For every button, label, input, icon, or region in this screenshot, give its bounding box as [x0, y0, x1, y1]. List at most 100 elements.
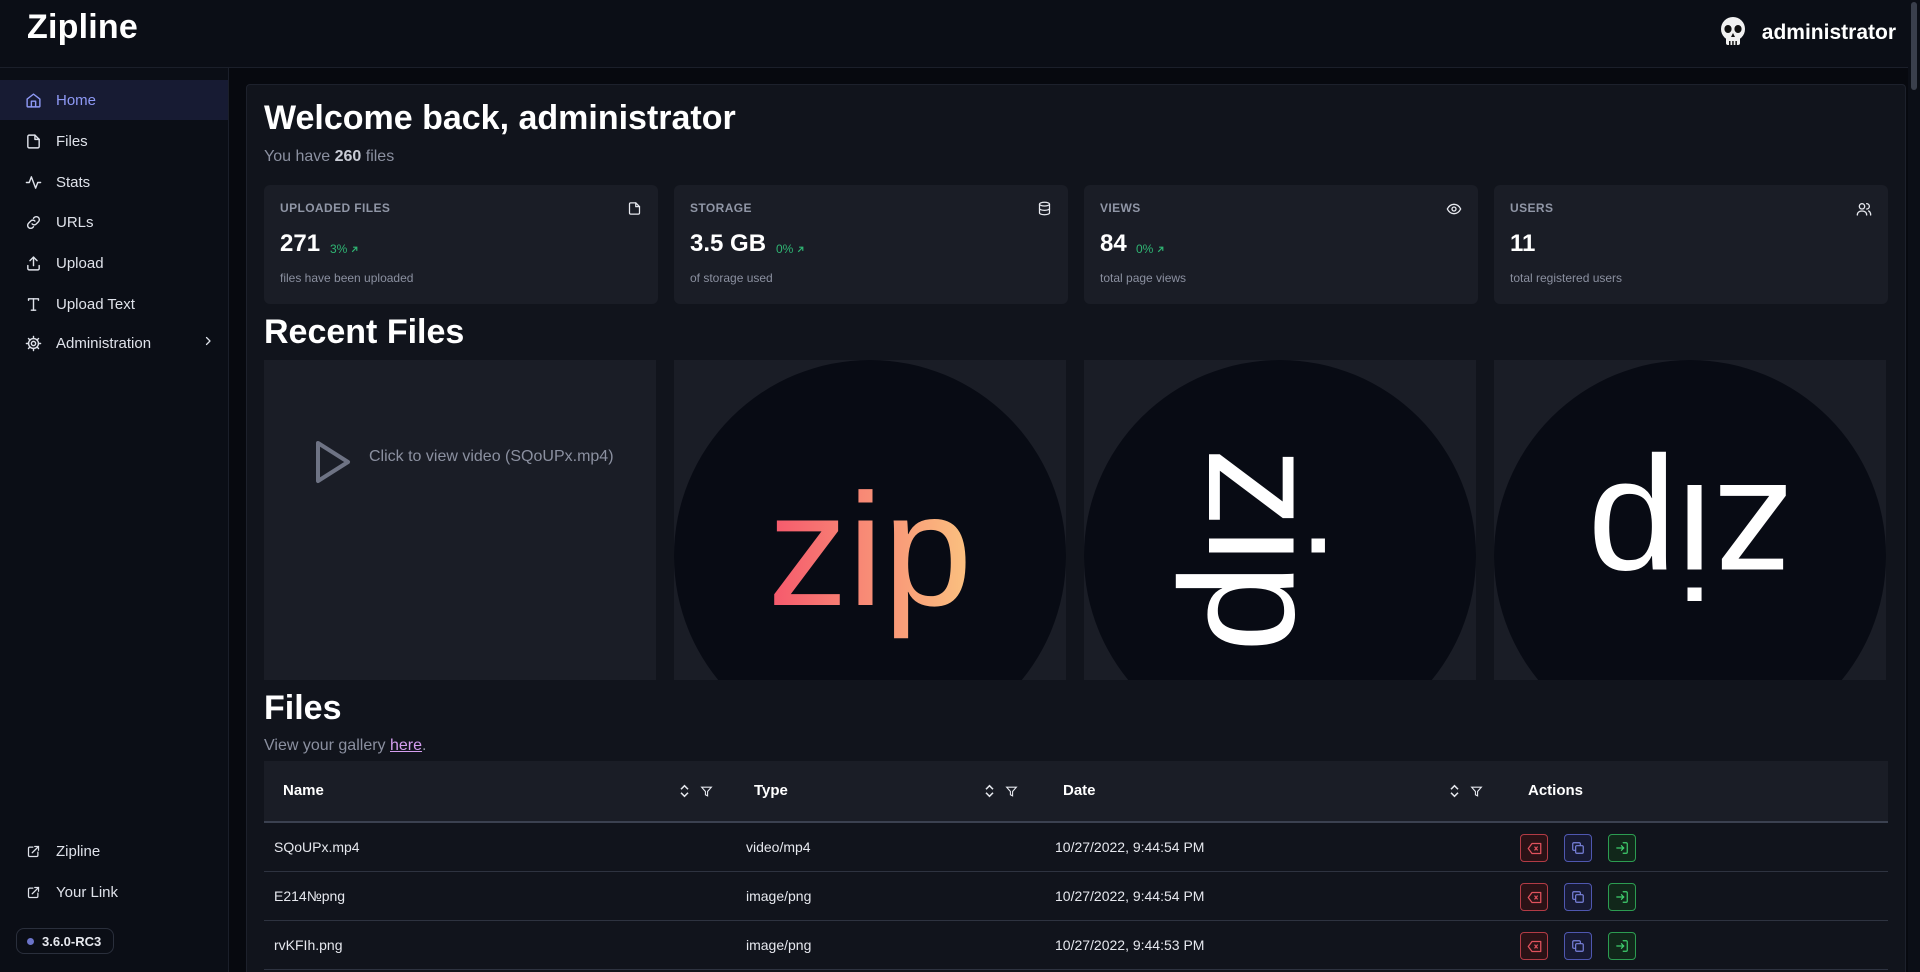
stat-value: 84: [1100, 230, 1127, 257]
play-icon: [312, 438, 354, 486]
copy-link-button[interactable]: [1564, 834, 1592, 862]
filter-icon[interactable]: [1005, 785, 1018, 798]
sidebar-item-files[interactable]: Files: [0, 121, 228, 161]
sidebar-item-label: Home: [56, 91, 97, 109]
stat-label: VIEWS: [1100, 201, 1141, 215]
table-row[interactable]: rvKFIh.png image/png 10/27/2022, 9:44:53…: [264, 921, 1888, 970]
sidebar-item-label: URLs: [56, 213, 94, 231]
recent-file-image-1[interactable]: zip: [674, 360, 1066, 680]
sidebar-item-administration[interactable]: Administration: [0, 323, 228, 363]
stat-change-value: 0%: [776, 242, 794, 256]
cell-type: video/mp4: [746, 839, 811, 855]
stat-description: of storage used: [690, 271, 773, 285]
page-scrollbar[interactable]: [1908, 0, 1920, 972]
filter-icon[interactable]: [1470, 785, 1483, 798]
logo-text: zip: [768, 460, 973, 639]
arrow-up-right-icon: [795, 244, 806, 255]
delete-file-button[interactable]: [1520, 932, 1548, 960]
stat-label: STORAGE: [690, 201, 752, 215]
column-controls-name: [679, 784, 713, 798]
sidebar-item-label: Upload: [56, 254, 104, 272]
copy-link-button[interactable]: [1564, 883, 1592, 911]
scrollbar-thumb[interactable]: [1911, 2, 1917, 90]
stat-value: 3.5 GB: [690, 230, 767, 257]
table-row[interactable]: SQoUPx.mp4 video/mp4 10/27/2022, 9:44:54…: [264, 823, 1888, 872]
recent-files-title: Recent Files: [264, 313, 465, 351]
column-header-name[interactable]: Name: [283, 782, 324, 799]
sidebar-item-home[interactable]: Home: [0, 80, 228, 120]
open-file-button[interactable]: [1608, 932, 1636, 960]
zipline-logo-rotated: zip: [1175, 448, 1354, 653]
filter-icon[interactable]: [700, 785, 713, 798]
column-header-type[interactable]: Type: [754, 782, 788, 799]
open-file-button[interactable]: [1608, 834, 1636, 862]
cell-name: rvKFIh.png: [274, 937, 343, 953]
activity-icon: [24, 173, 42, 191]
arrow-up-right-icon: [1155, 244, 1166, 255]
sidebar-link-zipline[interactable]: Zipline: [0, 831, 228, 871]
sort-icon[interactable]: [984, 784, 995, 798]
recent-file-video[interactable]: Click to view video (SQoUPx.mp4): [264, 360, 656, 680]
version-dot: [27, 937, 34, 945]
app-brand[interactable]: Zipline: [27, 8, 138, 47]
stat-label: UPLOADED FILES: [280, 201, 391, 215]
version-badge: 3.6.0-RC3: [16, 928, 115, 954]
link-icon: [24, 213, 42, 231]
stat-value: 271: [280, 230, 321, 257]
stat-change-value: 3%: [330, 242, 348, 256]
column-header-actions: Actions: [1528, 782, 1584, 799]
sidebar-link-your-link[interactable]: Your Link: [0, 872, 228, 912]
page-title: Welcome back, administrator: [264, 99, 736, 137]
table-header: Name Type Date Actions: [264, 761, 1888, 823]
external-link-icon: [24, 842, 42, 860]
user-menu[interactable]: administrator: [1718, 14, 1896, 52]
summary-suffix: files: [365, 148, 395, 165]
sidebar-item-urls[interactable]: URLs: [0, 202, 228, 242]
stat-description: total page views: [1100, 271, 1187, 285]
stat-change: 0%: [1136, 242, 1166, 256]
column-controls-type: [984, 784, 1018, 798]
copy-link-button[interactable]: [1564, 932, 1592, 960]
chevron-right-icon: [202, 335, 214, 347]
file-icon: [24, 132, 42, 150]
cell-date: 10/27/2022, 9:44:54 PM: [1055, 839, 1205, 855]
stat-description: total registered users: [1510, 271, 1623, 285]
stat-card-views: VIEWS 84 0% total page views: [1084, 185, 1478, 304]
cell-name: SQoUPx.mp4: [274, 839, 360, 855]
file-icon: [627, 201, 642, 216]
zipline-logo-gradient: zip: [768, 460, 973, 639]
gallery-link[interactable]: here: [390, 737, 422, 754]
sidebar-item-upload-text[interactable]: Upload Text: [0, 284, 228, 324]
database-icon: [1037, 201, 1052, 216]
cell-type: image/png: [746, 888, 812, 904]
file-count-summary: You have 260 files: [264, 148, 394, 166]
upload-icon: [24, 254, 42, 272]
delete-file-button[interactable]: [1520, 883, 1548, 911]
open-file-button[interactable]: [1608, 883, 1636, 911]
cell-date: 10/27/2022, 9:44:54 PM: [1055, 888, 1205, 904]
stat-change: 3%: [330, 242, 360, 256]
logo-text: zip: [1175, 448, 1354, 653]
table-row[interactable]: E214№png image/png 10/27/2022, 9:44:54 P…: [264, 872, 1888, 921]
stat-card-users: USERS 11 total registered users: [1494, 185, 1888, 304]
sort-icon[interactable]: [1449, 784, 1460, 798]
sidebar-link-label: Your Link: [56, 883, 118, 901]
cell-date: 10/27/2022, 9:44:53 PM: [1055, 937, 1205, 953]
sidebar-item-upload[interactable]: Upload: [0, 243, 228, 283]
cell-type: image/png: [746, 937, 812, 953]
recent-file-image-3[interactable]: zip: [1494, 360, 1886, 680]
skull-avatar-icon: [1718, 16, 1748, 50]
sidebar-item-label: Administration: [56, 334, 152, 352]
gallery-hint: View your gallery here.: [264, 737, 426, 755]
stat-value: 11: [1510, 230, 1536, 257]
delete-file-button[interactable]: [1520, 834, 1548, 862]
type-icon: [24, 295, 42, 313]
sort-icon[interactable]: [679, 784, 690, 798]
gear-icon: [24, 334, 42, 352]
zipline-logo-flipped: zip: [1588, 451, 1793, 630]
summary-prefix: You have: [264, 148, 331, 165]
sidebar-item-stats[interactable]: Stats: [0, 162, 228, 202]
recent-file-image-2[interactable]: zip: [1084, 360, 1476, 680]
column-header-date[interactable]: Date: [1063, 782, 1096, 799]
sidebar-item-label: Stats: [56, 173, 91, 191]
